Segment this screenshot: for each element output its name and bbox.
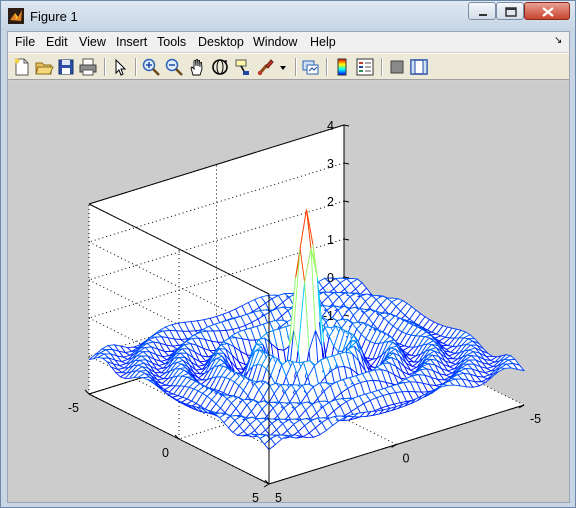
maximize-button[interactable] (496, 2, 524, 20)
z-tick-label: 4 (327, 119, 334, 133)
z-tick-mark (343, 238, 350, 241)
z-tick-mark (343, 200, 350, 203)
x-tick-mark (84, 389, 90, 395)
y-tick-label: 0 (403, 452, 410, 466)
figure-canvas[interactable]: -1 0 1 2 3 4 -5 0 5 -5 0 5 (8, 81, 569, 502)
x-tick-label: 0 (162, 446, 169, 460)
link-plot-icon[interactable] (301, 57, 321, 77)
matlab-logo-icon (8, 8, 24, 24)
zoom-in-icon[interactable] (141, 57, 161, 77)
menu-view[interactable]: View (79, 35, 106, 49)
window-title: Figure 1 (30, 9, 78, 24)
menu-tools[interactable]: Tools (157, 35, 186, 49)
edit-plot-arrow-icon[interactable] (110, 57, 130, 77)
y-tick-mark (263, 483, 270, 488)
show-plot-tools-icon[interactable] (409, 57, 429, 77)
dock-figure-button[interactable]: ↘ (554, 35, 562, 46)
menu-help[interactable]: Help (310, 35, 336, 49)
menu-desktop[interactable]: Desktop (198, 35, 244, 49)
toolbar-separator (135, 58, 137, 76)
y-tick-label: 5 (275, 491, 282, 502)
rotate-3d-icon[interactable] (210, 57, 230, 77)
menu-bar: File Edit View Insert Tools Desktop Wind… (8, 32, 569, 52)
axes-3d[interactable]: -1 0 1 2 3 4 -5 0 5 -5 0 5 (8, 81, 569, 502)
maximize-icon (505, 7, 517, 17)
toolbar-separator (104, 58, 106, 76)
close-icon (542, 7, 554, 17)
print-figure-icon[interactable] (78, 57, 98, 77)
data-cursor-icon[interactable] (233, 57, 253, 77)
z-tick-label: 0 (327, 271, 334, 285)
zoom-out-icon[interactable] (164, 57, 184, 77)
z-tick-label: 1 (327, 233, 334, 247)
z-tick-mark (343, 124, 350, 127)
z-tick-label: -1 (323, 309, 334, 323)
menu-window[interactable]: Window (253, 35, 297, 49)
minimize-button[interactable] (468, 2, 496, 20)
insert-legend-icon[interactable] (355, 57, 375, 77)
new-figure-icon[interactable] (12, 57, 32, 77)
close-button[interactable] (524, 2, 570, 20)
insert-colorbar-icon[interactable] (332, 57, 352, 77)
z-tick-mark (343, 162, 350, 165)
z-tick-label: 2 (327, 195, 334, 209)
figure-window: Figure 1 File Edit View Insert Tools Des… (0, 0, 576, 508)
menu-file[interactable]: File (15, 35, 35, 49)
menu-edit[interactable]: Edit (46, 35, 68, 49)
y-tick-label: -5 (530, 412, 541, 426)
open-file-icon[interactable] (34, 57, 54, 77)
toolbar-separator (295, 58, 297, 76)
z-tick-mark (343, 276, 350, 279)
minimize-icon (479, 14, 487, 16)
x-tick-label: -5 (68, 401, 79, 415)
figure-toolbar (8, 53, 569, 80)
title-bar[interactable]: Figure 1 (1, 1, 575, 31)
pan-hand-icon[interactable] (187, 57, 207, 77)
z-tick-label: 3 (327, 157, 334, 171)
x-tick-label: 5 (252, 491, 259, 502)
save-figure-icon[interactable] (56, 57, 76, 77)
brush-icon[interactable] (256, 57, 276, 77)
toolbar-separator (326, 58, 328, 76)
figure-client-area: File Edit View Insert Tools Desktop Wind… (7, 31, 570, 503)
hide-plot-tools-icon[interactable] (387, 57, 407, 77)
menu-insert[interactable]: Insert (116, 35, 147, 49)
brush-dropdown-icon[interactable] (278, 57, 288, 77)
toolbar-separator (381, 58, 383, 76)
